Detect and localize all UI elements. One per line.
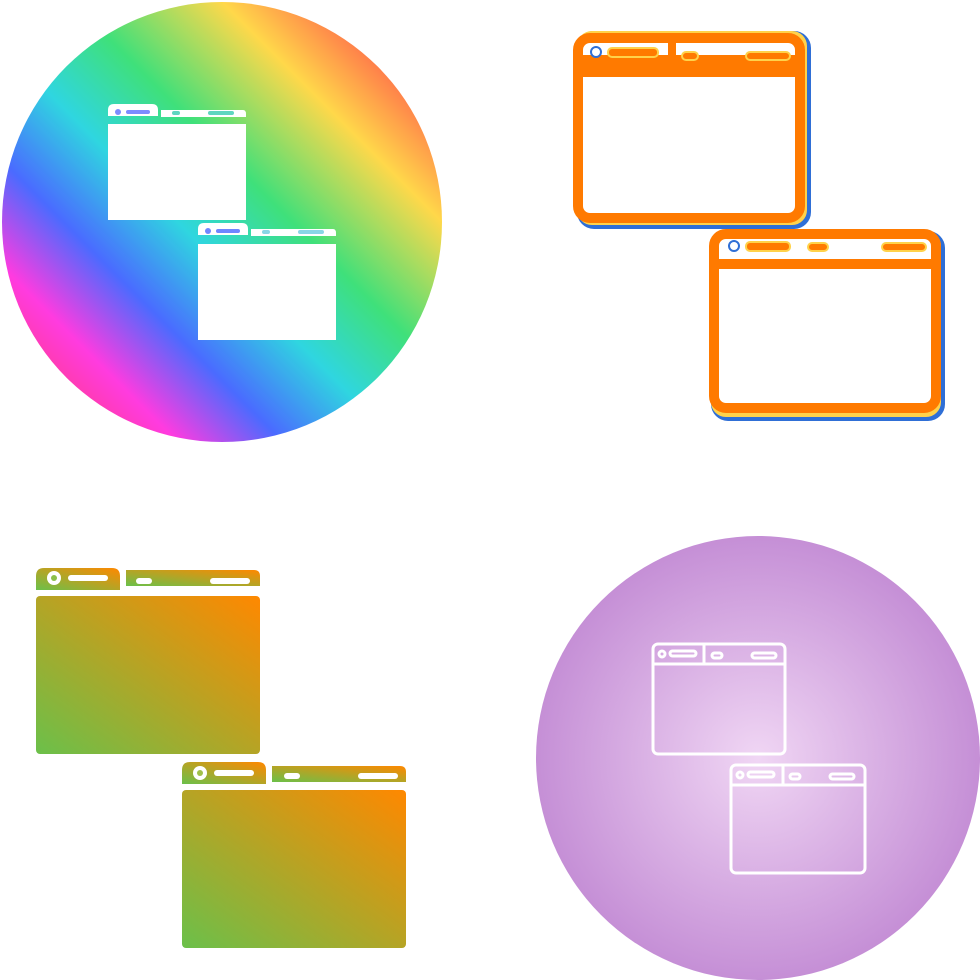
windows-icon — [536, 536, 980, 980]
window-outline-1 — [573, 33, 805, 223]
gradient-glyph-windows-icon — [0, 490, 490, 980]
purple-circle-windows-icon — [490, 490, 980, 980]
window-outline-2 — [709, 229, 941, 413]
windows-icon — [573, 31, 945, 421]
window-glyph-1 — [36, 568, 260, 754]
windows-icon — [36, 568, 406, 948]
circle-background — [2, 2, 442, 442]
circle-background — [536, 536, 980, 980]
rainbow-circle-windows-icon — [0, 0, 490, 490]
window-glyph-2 — [182, 762, 406, 948]
outline-windows-icon — [490, 0, 980, 490]
windows-icon — [2, 2, 442, 442]
